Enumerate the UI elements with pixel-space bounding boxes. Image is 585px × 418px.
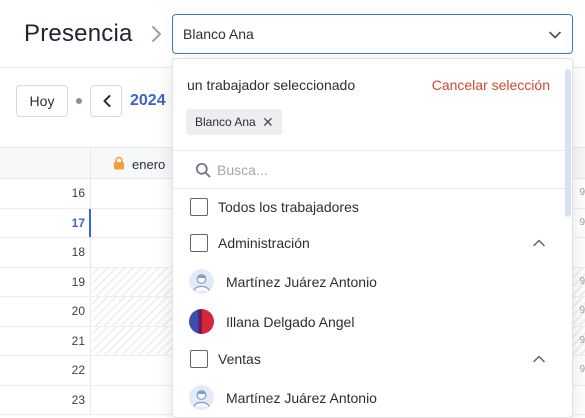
previous-period-button[interactable] bbox=[90, 85, 122, 117]
worker-select-value: Blanco Ana bbox=[183, 26, 254, 42]
avatar bbox=[189, 309, 214, 334]
cancel-selection-link[interactable]: Cancelar selección bbox=[432, 77, 550, 93]
selection-summary: un trabajador seleccionado Cancelar sele… bbox=[173, 59, 572, 151]
worker-select[interactable]: Blanco Ana bbox=[172, 14, 573, 54]
worker-list-item[interactable]: Martínez Juárez Antonio bbox=[173, 378, 572, 417]
day-right-fragment: 9 bbox=[579, 275, 585, 287]
month-label: enero bbox=[132, 157, 166, 172]
user-photo-icon bbox=[189, 309, 214, 334]
scrollbar-thumb[interactable] bbox=[565, 69, 571, 217]
user-avatar-icon bbox=[189, 385, 214, 410]
worker-list: Todos los trabajadores Administración Mart… bbox=[173, 190, 572, 417]
chevron-up-icon[interactable] bbox=[532, 236, 546, 250]
chevron-left-icon bbox=[103, 95, 111, 107]
worker-dropdown: un trabajador seleccionado Cancelar sele… bbox=[172, 58, 573, 418]
worker-group-item[interactable]: Administración bbox=[173, 226, 572, 262]
avatar bbox=[189, 385, 214, 410]
select-all-item[interactable]: Todos los trabajadores bbox=[173, 190, 572, 226]
chevron-right-icon bbox=[152, 26, 161, 42]
worker-name: Illana Delgado Angel bbox=[226, 314, 355, 330]
worker-name: Martínez Juárez Antonio bbox=[226, 274, 377, 290]
lock-icon bbox=[114, 156, 124, 170]
checkbox[interactable] bbox=[190, 350, 208, 368]
today-button[interactable]: Hoy bbox=[16, 85, 68, 117]
worker-list-label: Administración bbox=[218, 235, 310, 251]
worker-group-item[interactable]: Ventas bbox=[173, 342, 572, 378]
year-label[interactable]: 2024 bbox=[130, 92, 166, 110]
day-number: 16 bbox=[71, 186, 85, 200]
worker-list-item[interactable]: Martínez Juárez Antonio bbox=[173, 262, 572, 302]
day-number: 21 bbox=[71, 333, 85, 348]
user-avatar-icon bbox=[189, 269, 214, 294]
close-icon[interactable]: ✕ bbox=[262, 109, 274, 135]
worker-list-label: Ventas bbox=[218, 351, 261, 367]
chevron-down-icon[interactable] bbox=[548, 28, 562, 42]
day-right-fragment: 9 bbox=[579, 216, 585, 228]
day-right-fragment: 9 bbox=[579, 364, 585, 375]
worker-name: Martínez Juárez Antonio bbox=[226, 390, 377, 406]
day-number: 20 bbox=[71, 304, 85, 318]
day-gutter-header bbox=[0, 148, 91, 179]
day-right-fragment bbox=[571, 386, 585, 415]
checkbox[interactable] bbox=[190, 234, 208, 252]
page-title: Presencia bbox=[24, 20, 133, 47]
search-icon bbox=[195, 162, 211, 178]
day-number: 22 bbox=[71, 363, 85, 377]
worker-list-item[interactable]: Illana Delgado Angel bbox=[173, 302, 572, 342]
checkbox[interactable] bbox=[190, 198, 208, 216]
day-right-fragment: 9 bbox=[579, 187, 585, 198]
day-number: 23 bbox=[71, 392, 85, 407]
day-right-fragment: 9 bbox=[579, 334, 585, 346]
day-number: 17 bbox=[71, 215, 85, 230]
selected-worker-tag-label: Blanco Ana bbox=[195, 115, 256, 129]
today-indicator-dot bbox=[76, 98, 82, 104]
search-row bbox=[173, 151, 572, 189]
selected-worker-tag: Blanco Ana ✕ bbox=[186, 109, 282, 135]
search-input[interactable] bbox=[217, 159, 517, 181]
selection-count: un trabajador seleccionado bbox=[187, 77, 356, 93]
worker-list-label: Todos los trabajadores bbox=[218, 199, 359, 215]
day-right-fragment bbox=[571, 238, 585, 267]
avatar bbox=[189, 269, 214, 294]
chevron-up-icon[interactable] bbox=[532, 352, 546, 366]
day-number: 18 bbox=[71, 245, 85, 259]
day-number: 19 bbox=[71, 274, 85, 289]
day-right-fragment: 9 bbox=[579, 305, 585, 316]
